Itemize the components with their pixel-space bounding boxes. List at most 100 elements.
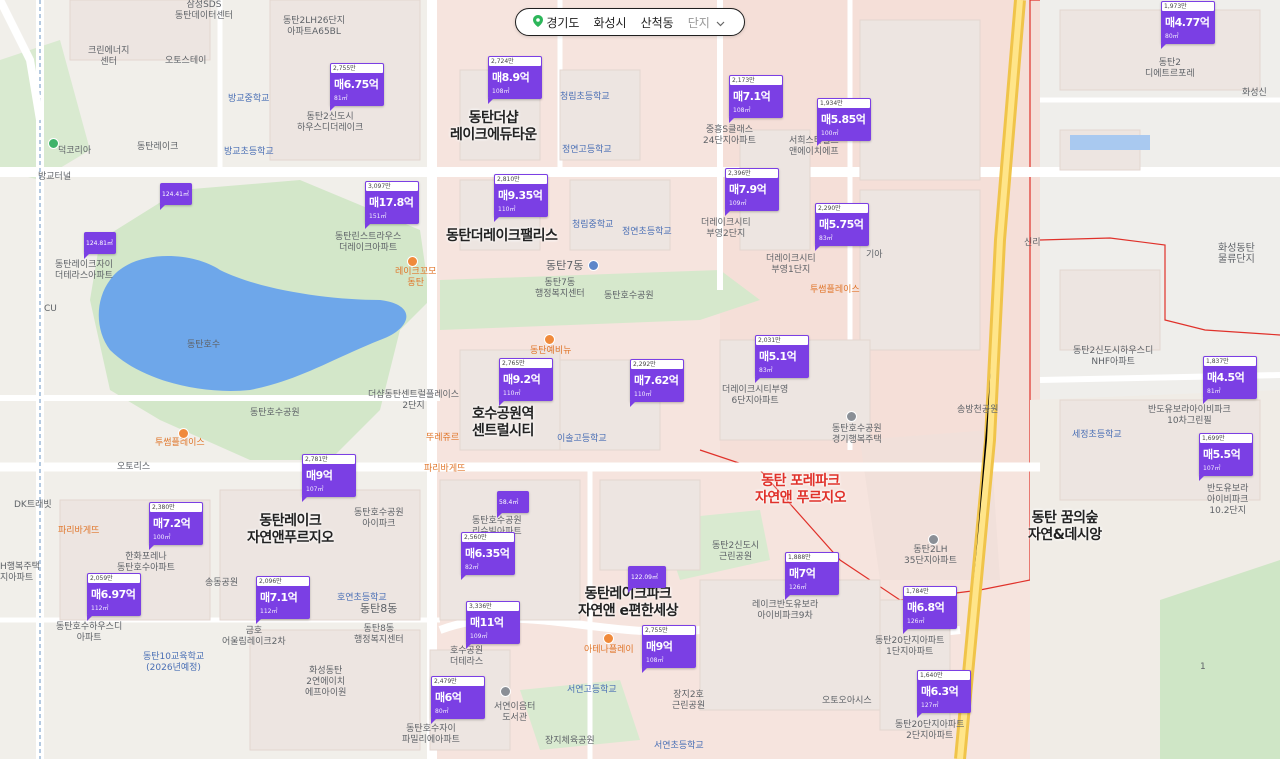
price-marker[interactable]: 1,640만 매6.3억 127㎡ (917, 670, 971, 718)
price-per-py: 2,765만 (500, 359, 552, 368)
price-per-py: 2,755만 (331, 64, 383, 73)
area-label: 112㎡ (260, 608, 278, 615)
label-dongtan-lake-park2: 동탄호수공원 (250, 408, 300, 418)
price-marker[interactable]: 2,380만 매7.2억 100㎡ (149, 502, 203, 550)
label-bandoyubo10: 반도유보라아이비파크 10차그린필 (1148, 405, 1231, 426)
label-lake-cfo: 레이크꼬모 동탄 (395, 267, 437, 288)
price-marker[interactable]: 2,173만 매7.1억 108㎡ (729, 75, 783, 123)
price-marker[interactable]: 1,888만 매7억 126㎡ (785, 552, 839, 600)
price-label: 매7.62억 (634, 374, 679, 387)
price-per-py: 1,973만 (1162, 2, 1214, 11)
price-marker[interactable]: 2,292만 매7.62억 110㎡ (630, 359, 684, 407)
label-dtlakecity6: 더레이크시티부영 6단지아파트 (722, 385, 789, 406)
price-per-py: 1,640만 (918, 671, 970, 680)
area-label: 107㎡ (306, 486, 324, 493)
label-jangji-sport: 장지체육공원 (545, 736, 595, 746)
price-marker[interactable]: 1,837만 매4.5억 81㎡ (1203, 356, 1257, 404)
price-marker[interactable]: 2,096만 매7.1억 112㎡ (256, 576, 310, 624)
price-marker[interactable]: 1,934만 매5.85억 100㎡ (817, 98, 871, 146)
label-dongtan-stats: 더샵동탄센트럴플레이스 2단지 (368, 390, 460, 411)
big-label-dongtan-the-sharp[interactable]: 동탄더샵 레이크에듀타운 (450, 110, 537, 144)
price-marker[interactable]: 2,765만 매9.2억 110㎡ (499, 358, 553, 406)
price-per-py: 2,755만 (643, 626, 695, 635)
label-toossum2: 투썸플레이스 (155, 438, 205, 448)
price-marker[interactable]: 1,784만 매6.8억 126㎡ (903, 586, 957, 634)
label-dongtan-hosu-kudi: 동탄호수하우스디 아파트 (56, 622, 123, 643)
label-jungheung-s: 중흥S클래스 24단지아파트 (703, 125, 756, 146)
map-canvas[interactable]: 동탄더샵 레이크에듀타운 동탄더레이크팰리스 호수공원역 센트럴시티 동탄레이크… (0, 0, 1280, 759)
price-marker[interactable]: 2,479만 매6억 80㎡ (431, 676, 485, 724)
label-crenergy: 크린에너지 센터 (88, 46, 130, 67)
price-per-py: 2,724만 (489, 57, 541, 66)
price-marker[interactable]: 2,755만 매6.75억 81㎡ (330, 63, 384, 111)
area-label: 151㎡ (369, 213, 387, 220)
label-bandoyubo102: 반도유보라 아이비파크 10.2단지 (1207, 484, 1249, 516)
label-seoyeon-lib: 서연이음터 도서관 (494, 702, 536, 723)
price-marker[interactable]: 2,724만 매8.9억 108㎡ (488, 56, 542, 104)
price-marker[interactable]: 2,781만 매9억 107㎡ (302, 454, 356, 502)
area-label: 81㎡ (334, 95, 348, 102)
area-label: 110㎡ (498, 206, 516, 213)
label-ihan-high: 이솔고등학교 (557, 434, 607, 444)
label-hwaseong-dongtan-dist: 화성동탄 물류단지 (1218, 243, 1255, 265)
price-label: 매7.1억 (260, 591, 298, 604)
price-marker[interactable]: 2,031만 매5.1억 83㎡ (755, 335, 809, 383)
price-marker[interactable]: 3,336만 매11억 109㎡ (466, 601, 520, 649)
label-sinri: 신리 (1024, 238, 1041, 248)
label-autooasis: 오토오아시스 (822, 696, 872, 706)
breadcrumb-complex-dropdown[interactable]: 단지 (681, 14, 732, 31)
price-label: 매9.35억 (498, 189, 543, 202)
big-label-forest-park-prugio[interactable]: 동탄 포레파크 자연앤 푸르지오 (755, 473, 847, 507)
label-dong8-office: 동탄8동 행정복지센터 (354, 624, 404, 645)
label-dongtan-lake: 동탄레이크 (137, 142, 179, 152)
price-label: 매4.77억 (1165, 16, 1210, 29)
label-dongtanyebinue: 동탄예비뉴 (530, 346, 572, 356)
price-label: 매5.75억 (819, 218, 864, 231)
breadcrumb-province[interactable]: 경기도 (526, 14, 586, 31)
size-marker[interactable]: 124.41㎡ (160, 183, 192, 210)
label-dongtanhosu-park-apt: 동탄호수공원 아이파크 (354, 508, 404, 529)
price-per-py: 1,784만 (904, 587, 956, 596)
price-per-py: 2,173만 (730, 76, 782, 85)
price-marker[interactable]: 1,699만 매5.5억 107㎡ (1199, 433, 1253, 481)
area-label: 108㎡ (733, 107, 751, 114)
breadcrumb-district[interactable]: 산척동 (634, 14, 681, 31)
breadcrumb-city[interactable]: 화성시 (586, 14, 633, 31)
building-icon (500, 686, 511, 697)
label-num1: 1 (1200, 662, 1206, 672)
price-label: 매9.2억 (503, 373, 541, 386)
size-marker[interactable]: 58.4㎡ (497, 491, 529, 518)
label-paris1: 파리바게뜨 (424, 464, 466, 474)
price-marker[interactable]: 2,755만 매9억 108㎡ (642, 625, 696, 673)
price-marker[interactable]: 2,290만 매5.75억 83㎡ (815, 203, 869, 251)
area-label: 80㎡ (1165, 33, 1179, 40)
big-label-forest-dream[interactable]: 동탄 꿈의숲 자연&데시앙 (1028, 510, 1102, 544)
label-hanwha: 한화포레나 동탄호수아파트 (117, 552, 175, 573)
price-per-py: 3,097만 (366, 182, 418, 191)
label-dong7-office: 동탄7동 행정복지센터 (535, 278, 585, 299)
area-label: 83㎡ (819, 235, 833, 242)
kkorea-pin-icon[interactable] (48, 138, 59, 149)
price-per-py: 2,031만 (756, 336, 808, 345)
price-marker[interactable]: 1,973만매4.77억 80㎡ (1161, 1, 1215, 49)
price-per-py: 2,810만 (495, 175, 547, 184)
big-label-dongtan-the-lake-palace[interactable]: 동탄더레이크팰리스 (446, 228, 558, 245)
area-label: 81㎡ (1207, 388, 1221, 395)
label-dongtan2-house: 동탄2신도시 하우스디더레이크 (297, 112, 364, 133)
label-banggyo-elem: 방교초등학교 (224, 147, 274, 157)
price-marker[interactable]: 2,059만 매6.97억 112㎡ (87, 573, 141, 621)
location-pin-icon (533, 14, 543, 27)
price-marker[interactable]: 2,396만 매7.9억 109㎡ (725, 168, 779, 216)
price-per-py: 1,888만 (786, 553, 838, 562)
price-marker[interactable]: 3,097만 매17.8억 151㎡ (365, 181, 419, 229)
label-dongtan20-2: 동탄20단지아파트 2단지아파트 (895, 720, 965, 741)
price-marker[interactable]: 2,810만매9.35억 110㎡ (494, 174, 548, 222)
size-marker[interactable]: 122.09㎡ (628, 566, 666, 593)
big-label-lake-park-central[interactable]: 호수공원역 센트럴시티 (472, 406, 534, 440)
label-jungeon-mid: 정연고등학교 (562, 145, 612, 155)
price-marker[interactable]: 2,560만 매6.35억 82㎡ (461, 532, 515, 580)
price-label: 매5.5억 (1203, 448, 1241, 461)
size-marker[interactable]: 124.81㎡ (84, 232, 116, 259)
price-label: 매7.2억 (153, 517, 191, 530)
big-label-dongtan-lake-prugio[interactable]: 동탄레이크 자연앤푸르지오 (247, 513, 334, 547)
